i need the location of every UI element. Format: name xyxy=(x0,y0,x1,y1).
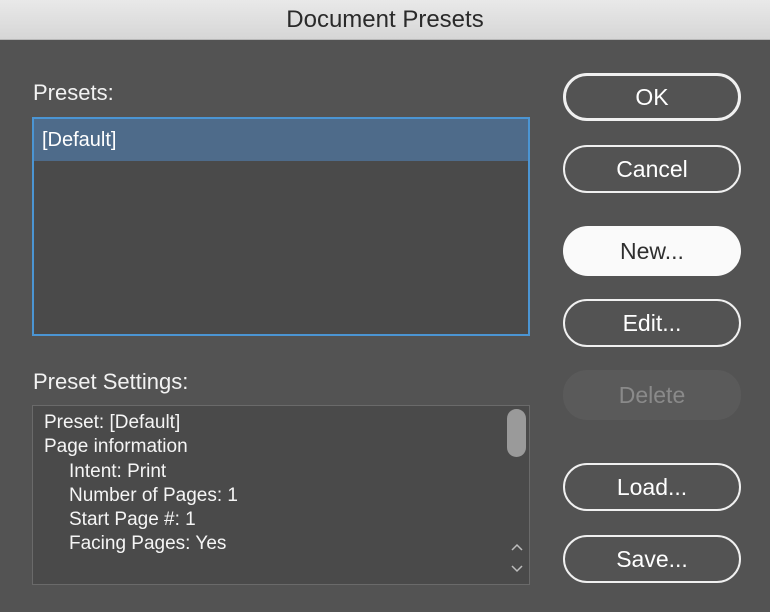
settings-line: Page information xyxy=(44,436,188,458)
settings-line: Number of Pages: 1 xyxy=(69,484,238,506)
new-button[interactable]: New... xyxy=(563,226,741,276)
preset-settings-box[interactable]: Preset: [Default] Page information Inten… xyxy=(32,405,530,585)
load-button[interactable]: Load... xyxy=(563,463,741,511)
presets-label: Presets: xyxy=(33,80,114,105)
ok-button[interactable]: OK xyxy=(563,73,741,121)
chevron-up-icon[interactable] xyxy=(507,539,526,555)
settings-line: Intent: Print xyxy=(69,460,167,482)
settings-line: Start Page #: 1 xyxy=(69,509,196,531)
cancel-button[interactable]: Cancel xyxy=(563,145,741,193)
edit-button[interactable]: Edit... xyxy=(563,299,741,347)
save-button[interactable]: Save... xyxy=(563,535,741,583)
document-presets-dialog: Document Presets Presets: [Default] Pres… xyxy=(0,0,770,612)
chevron-down-icon[interactable] xyxy=(507,561,526,577)
window-title: Document Presets xyxy=(0,0,770,40)
presets-list[interactable]: [Default] xyxy=(32,117,530,336)
settings-line: Facing Pages: Yes xyxy=(69,533,227,555)
list-item-default-preset[interactable]: [Default] xyxy=(34,119,528,161)
settings-line: Preset: [Default] xyxy=(44,412,181,433)
scrollbar-thumb[interactable] xyxy=(507,409,526,457)
delete-button[interactable]: Delete xyxy=(563,370,741,420)
preset-settings-label: Preset Settings: xyxy=(33,369,189,394)
preset-settings-text: Preset: [Default] Page information Inten… xyxy=(44,411,238,557)
